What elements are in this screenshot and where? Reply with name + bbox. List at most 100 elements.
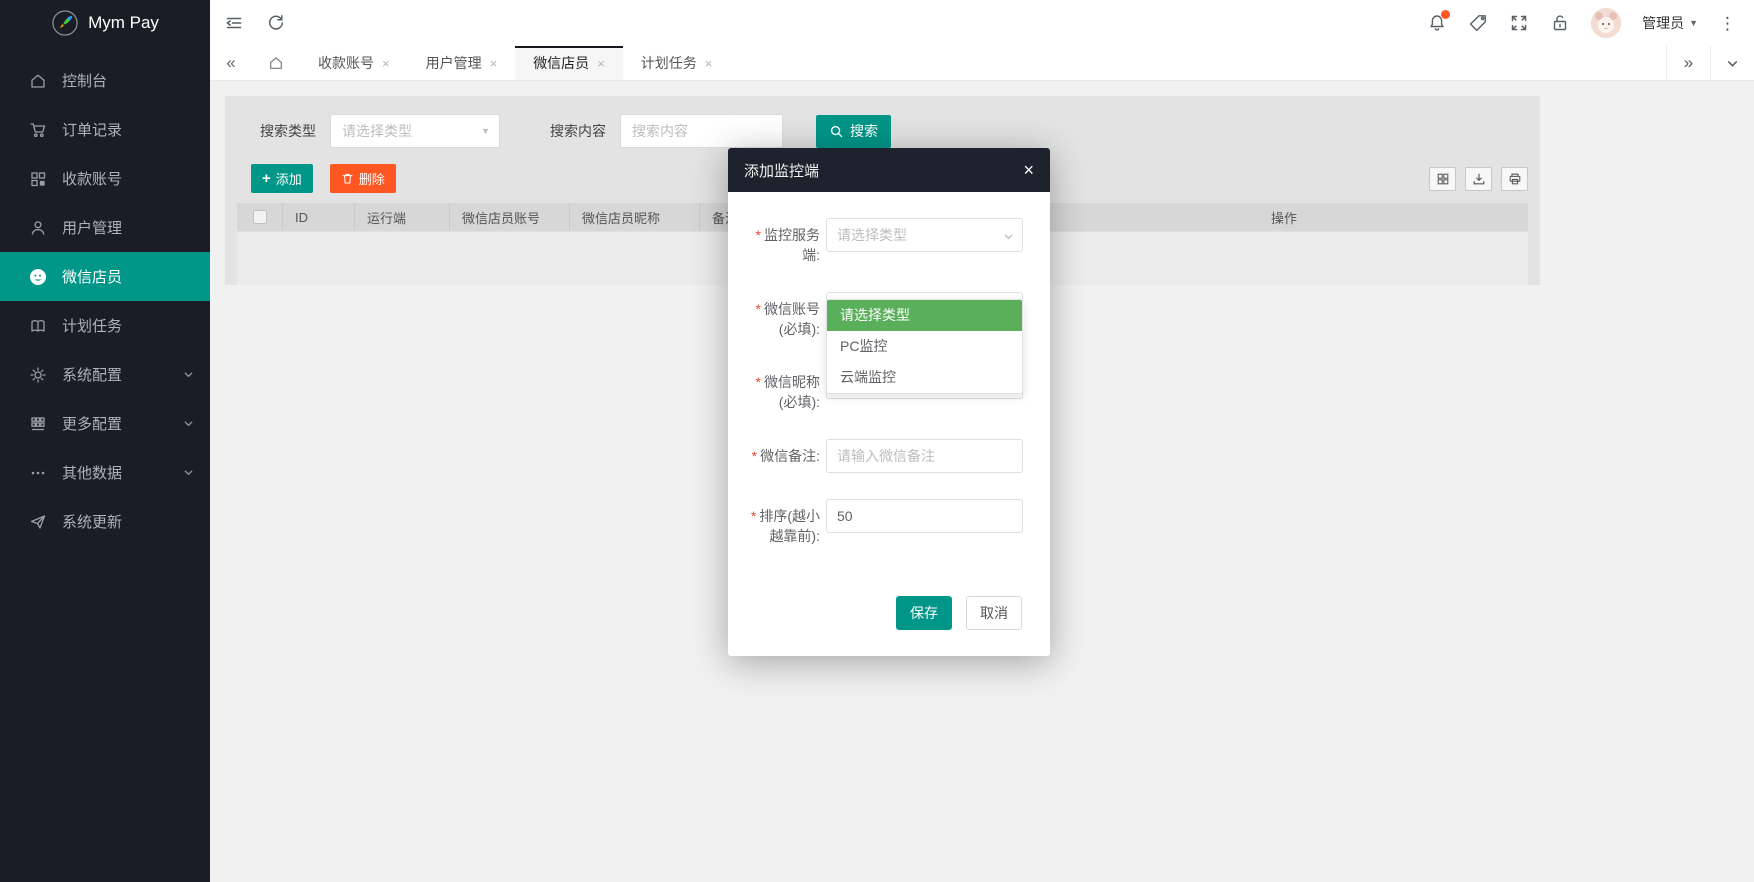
field-label: *排序(越小 越靠前):	[744, 499, 820, 547]
column-header-account[interactable]: 微信店员账号	[450, 203, 570, 231]
tab-payment-accounts[interactable]: 收款账号 ×	[300, 46, 408, 80]
dropdown-option-cloud-monitor[interactable]: 云端监控	[827, 362, 1022, 393]
dropdown-option-placeholder[interactable]: 请选择类型	[827, 300, 1022, 331]
sort-order-input[interactable]	[826, 499, 1023, 533]
column-header-nickname[interactable]: 微信店员昵称	[570, 203, 700, 231]
sidebar-item-label: 计划任务	[62, 315, 122, 336]
sidebar-item-system-update[interactable]: 系统更新	[0, 497, 210, 546]
sidebar: Mym Pay 控制台 订单记录 收款账号 用户管理	[0, 0, 210, 882]
rocket-logo-icon	[51, 9, 79, 37]
sidebar-item-accounts[interactable]: 收款账号	[0, 154, 210, 203]
required-asterisk: *	[751, 508, 756, 524]
tabbar-spacer	[730, 46, 1666, 80]
sidebar-item-label: 系统更新	[62, 511, 122, 532]
sidebar-item-wechat-clerk[interactable]: 微信店员	[0, 252, 210, 301]
sidebar-item-orders[interactable]: 订单记录	[0, 105, 210, 154]
send-icon	[29, 513, 47, 531]
search-type-select-input[interactable]	[330, 114, 500, 148]
export-button[interactable]	[1465, 167, 1492, 191]
collapse-menu-icon[interactable]	[224, 13, 244, 33]
search-icon	[829, 124, 844, 139]
refresh-icon[interactable]	[266, 13, 286, 33]
field-label: *微信昵称 (必填):	[744, 365, 820, 413]
add-button[interactable]: + 添加	[251, 164, 313, 193]
tabs-scroll-right-button[interactable]: »	[1666, 46, 1710, 80]
sidebar-item-system-config[interactable]: 系统配置	[0, 350, 210, 399]
modal-title: 添加监控端	[744, 160, 819, 181]
home-icon	[29, 72, 47, 90]
home-tab-icon	[268, 55, 284, 71]
user-menu[interactable]: 管理员 ▼	[1642, 13, 1698, 33]
search-type-label: 搜索类型	[260, 121, 316, 141]
monitor-server-select[interactable]	[826, 218, 1023, 252]
tag-icon[interactable]	[1468, 13, 1488, 33]
search-button[interactable]: 搜索	[816, 115, 891, 148]
field-label: *监控服务 端:	[744, 218, 820, 266]
sidebar-item-label: 用户管理	[62, 217, 122, 238]
modal-footer: 保存 取消	[728, 572, 1050, 656]
search-button-label: 搜索	[850, 121, 878, 141]
cancel-button[interactable]: 取消	[966, 596, 1022, 630]
sidebar-item-label: 控制台	[62, 70, 107, 91]
tab-label: 用户管理	[426, 53, 482, 73]
print-button[interactable]	[1501, 167, 1528, 191]
save-button[interactable]: 保存	[896, 596, 952, 630]
search-type-select[interactable]: ▼	[330, 114, 500, 148]
more-menu-icon[interactable]: ⋮	[1719, 15, 1736, 32]
sidebar-item-users[interactable]: 用户管理	[0, 203, 210, 252]
wechat-remark-input[interactable]	[826, 439, 1023, 473]
field-wechat-remark: *微信备注:	[744, 439, 1023, 473]
chevron-down-icon	[183, 467, 194, 478]
tab-close-icon[interactable]: ×	[382, 56, 390, 71]
book-icon	[29, 317, 47, 335]
sidebar-item-label: 其他数据	[62, 462, 122, 483]
avatar[interactable]	[1591, 8, 1621, 38]
select-all-checkbox[interactable]	[253, 210, 267, 224]
field-label: *微信备注:	[744, 439, 820, 473]
tab-label: 微信店员	[533, 53, 589, 73]
column-header-runtime[interactable]: 运行端	[355, 203, 450, 231]
tabs-dropdown-button[interactable]	[1710, 46, 1754, 80]
select-all-cell	[237, 203, 283, 231]
sidebar-item-scheduled-tasks[interactable]: 计划任务	[0, 301, 210, 350]
column-header-id[interactable]: ID	[283, 203, 355, 231]
gear-icon	[29, 366, 47, 384]
required-asterisk: *	[756, 301, 761, 317]
tab-scheduled-tasks[interactable]: 计划任务 ×	[623, 46, 731, 80]
tabbar: « 收款账号 × 用户管理 × 微信店员 × 计划任务 × »	[210, 46, 1754, 81]
wechat-icon	[29, 268, 47, 286]
lock-icon[interactable]	[1550, 13, 1570, 33]
search-content-input[interactable]	[620, 114, 783, 148]
modal-close-icon[interactable]: ×	[1023, 161, 1034, 179]
tabs-scroll-left-button[interactable]: «	[210, 46, 252, 80]
required-asterisk: *	[756, 374, 761, 390]
grid-icon	[29, 415, 47, 433]
brand-name: Mym Pay	[88, 13, 159, 33]
sidebar-item-more-config[interactable]: 更多配置	[0, 399, 210, 448]
brand: Mym Pay	[0, 0, 210, 46]
tab-label: 计划任务	[641, 53, 697, 73]
tab-close-icon[interactable]: ×	[705, 56, 713, 71]
sidebar-item-dashboard[interactable]: 控制台	[0, 56, 210, 105]
delete-button-label: 删除	[359, 169, 385, 188]
fullscreen-icon[interactable]	[1509, 13, 1529, 33]
modal-header: 添加监控端 ×	[728, 148, 1050, 192]
accounts-icon	[29, 170, 47, 188]
tab-home[interactable]	[252, 46, 300, 80]
dropdown-option-pc-monitor[interactable]: PC监控	[827, 331, 1022, 362]
columns-grid-button[interactable]	[1429, 167, 1456, 191]
sidebar-item-label: 更多配置	[62, 413, 122, 434]
add-monitor-modal: 添加监控端 × *监控服务 端: *微信账号 (必填): *微信昵称 (必填):	[728, 148, 1050, 656]
plus-icon: +	[262, 170, 271, 187]
tab-close-icon[interactable]: ×	[597, 56, 605, 71]
tab-wechat-clerk[interactable]: 微信店员 ×	[515, 46, 623, 80]
notifications-bell-icon[interactable]	[1427, 13, 1447, 33]
tab-close-icon[interactable]: ×	[490, 56, 498, 71]
tab-user-management[interactable]: 用户管理 ×	[408, 46, 516, 80]
required-asterisk: *	[752, 448, 757, 464]
sidebar-item-label: 系统配置	[62, 364, 122, 385]
delete-button[interactable]: 删除	[330, 164, 396, 193]
sidebar-item-other-data[interactable]: 其他数据	[0, 448, 210, 497]
users-icon	[29, 219, 47, 237]
user-name-label: 管理员	[1642, 13, 1684, 33]
